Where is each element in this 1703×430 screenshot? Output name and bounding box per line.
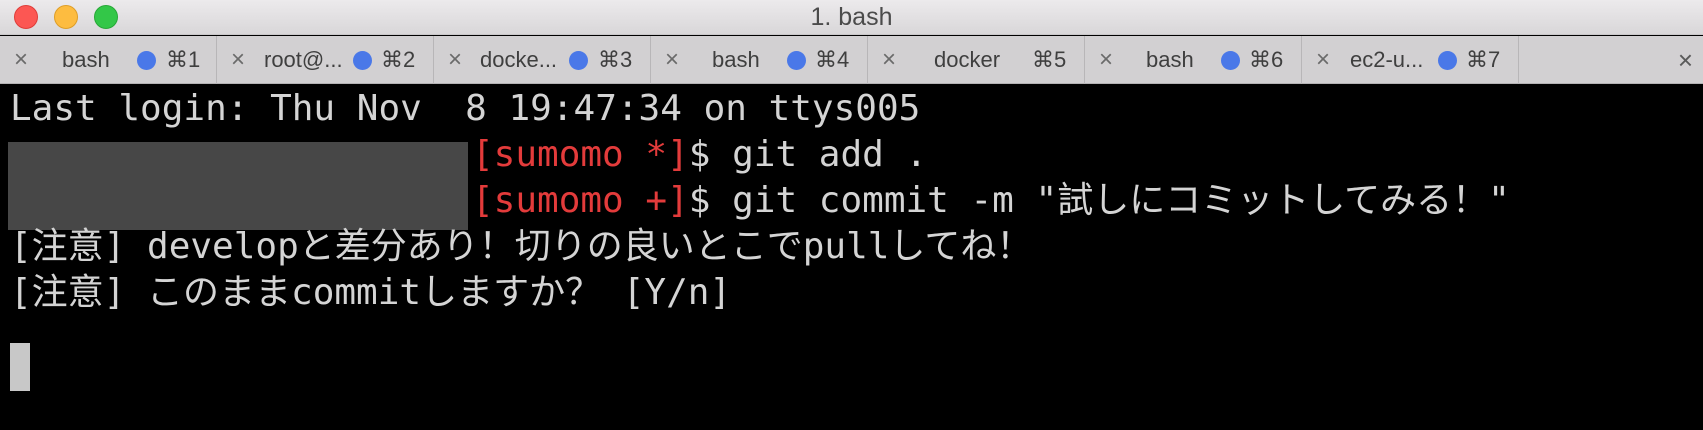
tab-shortcut: ⌘6	[1249, 47, 1284, 72]
tab-close-icon[interactable]: ×	[665, 48, 679, 72]
terminal-window: 1. bash × bash ⌘1 × root@... ⌘2 × docke.…	[0, 0, 1703, 430]
tab-close-icon[interactable]: ×	[14, 48, 28, 72]
tab-close-icon[interactable]: ×	[882, 48, 896, 72]
tab-title: docke...	[480, 47, 558, 72]
tab-title: root@...	[264, 47, 343, 72]
tab-title: ec2-u...	[1350, 47, 1424, 72]
activity-dot-icon	[787, 51, 806, 70]
tab-6[interactable]: × bash ⌘6	[1085, 36, 1302, 84]
tab-shortcut: ⌘5	[1032, 47, 1067, 72]
activity-dot-icon	[137, 51, 156, 70]
tab-shortcut: ⌘4	[815, 47, 850, 72]
prompt-line-git-commit: [sumomo +]$ git commit -m "試しにコミットしてみる！"	[472, 177, 1510, 225]
tab-title: docker	[934, 47, 1001, 72]
prompt-branch: [sumomo *]	[472, 134, 689, 175]
tab-shortcut: ⌘3	[598, 47, 633, 72]
prompt-line-git-add: [sumomo *]$ git add .	[472, 131, 927, 179]
tab-3[interactable]: × docke... ⌘3	[434, 36, 651, 84]
activity-dot-icon	[1221, 51, 1240, 70]
tab-title: bash	[62, 47, 110, 72]
terminal-output[interactable]: Last login: Thu Nov 8 19:47:34 on ttys00…	[0, 85, 1703, 430]
activity-dot-icon	[569, 51, 588, 70]
last-login-line: Last login: Thu Nov 8 19:47:34 on ttys00…	[10, 88, 921, 129]
tab-title: bash	[1146, 47, 1194, 72]
prompt-command: $ git commit -m "試しにコミットしてみる！"	[688, 180, 1510, 221]
title-bar[interactable]: 1. bash	[0, 0, 1703, 35]
tab-7[interactable]: × ec2-u... ⌘7	[1302, 36, 1519, 84]
tab-shortcut: ⌘2	[381, 47, 416, 72]
activity-dot-icon	[353, 51, 372, 70]
warning-line-diff: [注意] developと差分あり！切りの良いとこでpullしてね！	[10, 226, 1033, 267]
tab-close-icon[interactable]: ×	[231, 48, 245, 72]
text-cursor	[10, 343, 30, 391]
window-title: 1. bash	[810, 3, 893, 31]
tab-title: bash	[712, 47, 760, 72]
redacted-hostname	[8, 142, 468, 230]
prompt-branch: [sumomo +]	[472, 180, 689, 221]
tab-4[interactable]: × bash ⌘4	[651, 36, 868, 84]
tab-1[interactable]: × bash ⌘1	[0, 36, 217, 84]
prompt-command: $ git add .	[688, 134, 928, 175]
tab-5[interactable]: × docker ⌘5	[868, 36, 1085, 84]
activity-dot-icon	[1438, 51, 1457, 70]
tab-close-icon[interactable]: ×	[1316, 48, 1330, 72]
tab-shortcut: ⌘7	[1466, 47, 1501, 72]
warning-line-confirm: [注意] このままcommitしますか？ [Y/n]	[10, 272, 732, 313]
tab-close-icon[interactable]: ×	[1099, 48, 1113, 72]
close-icon[interactable]: ×	[1678, 47, 1693, 73]
tab-2[interactable]: × root@... ⌘2	[217, 36, 434, 84]
tab-close-icon[interactable]: ×	[448, 48, 462, 72]
tab-bar: × bash ⌘1 × root@... ⌘2 × docke... ⌘3 × …	[0, 36, 1703, 84]
tab-shortcut: ⌘1	[166, 47, 201, 72]
